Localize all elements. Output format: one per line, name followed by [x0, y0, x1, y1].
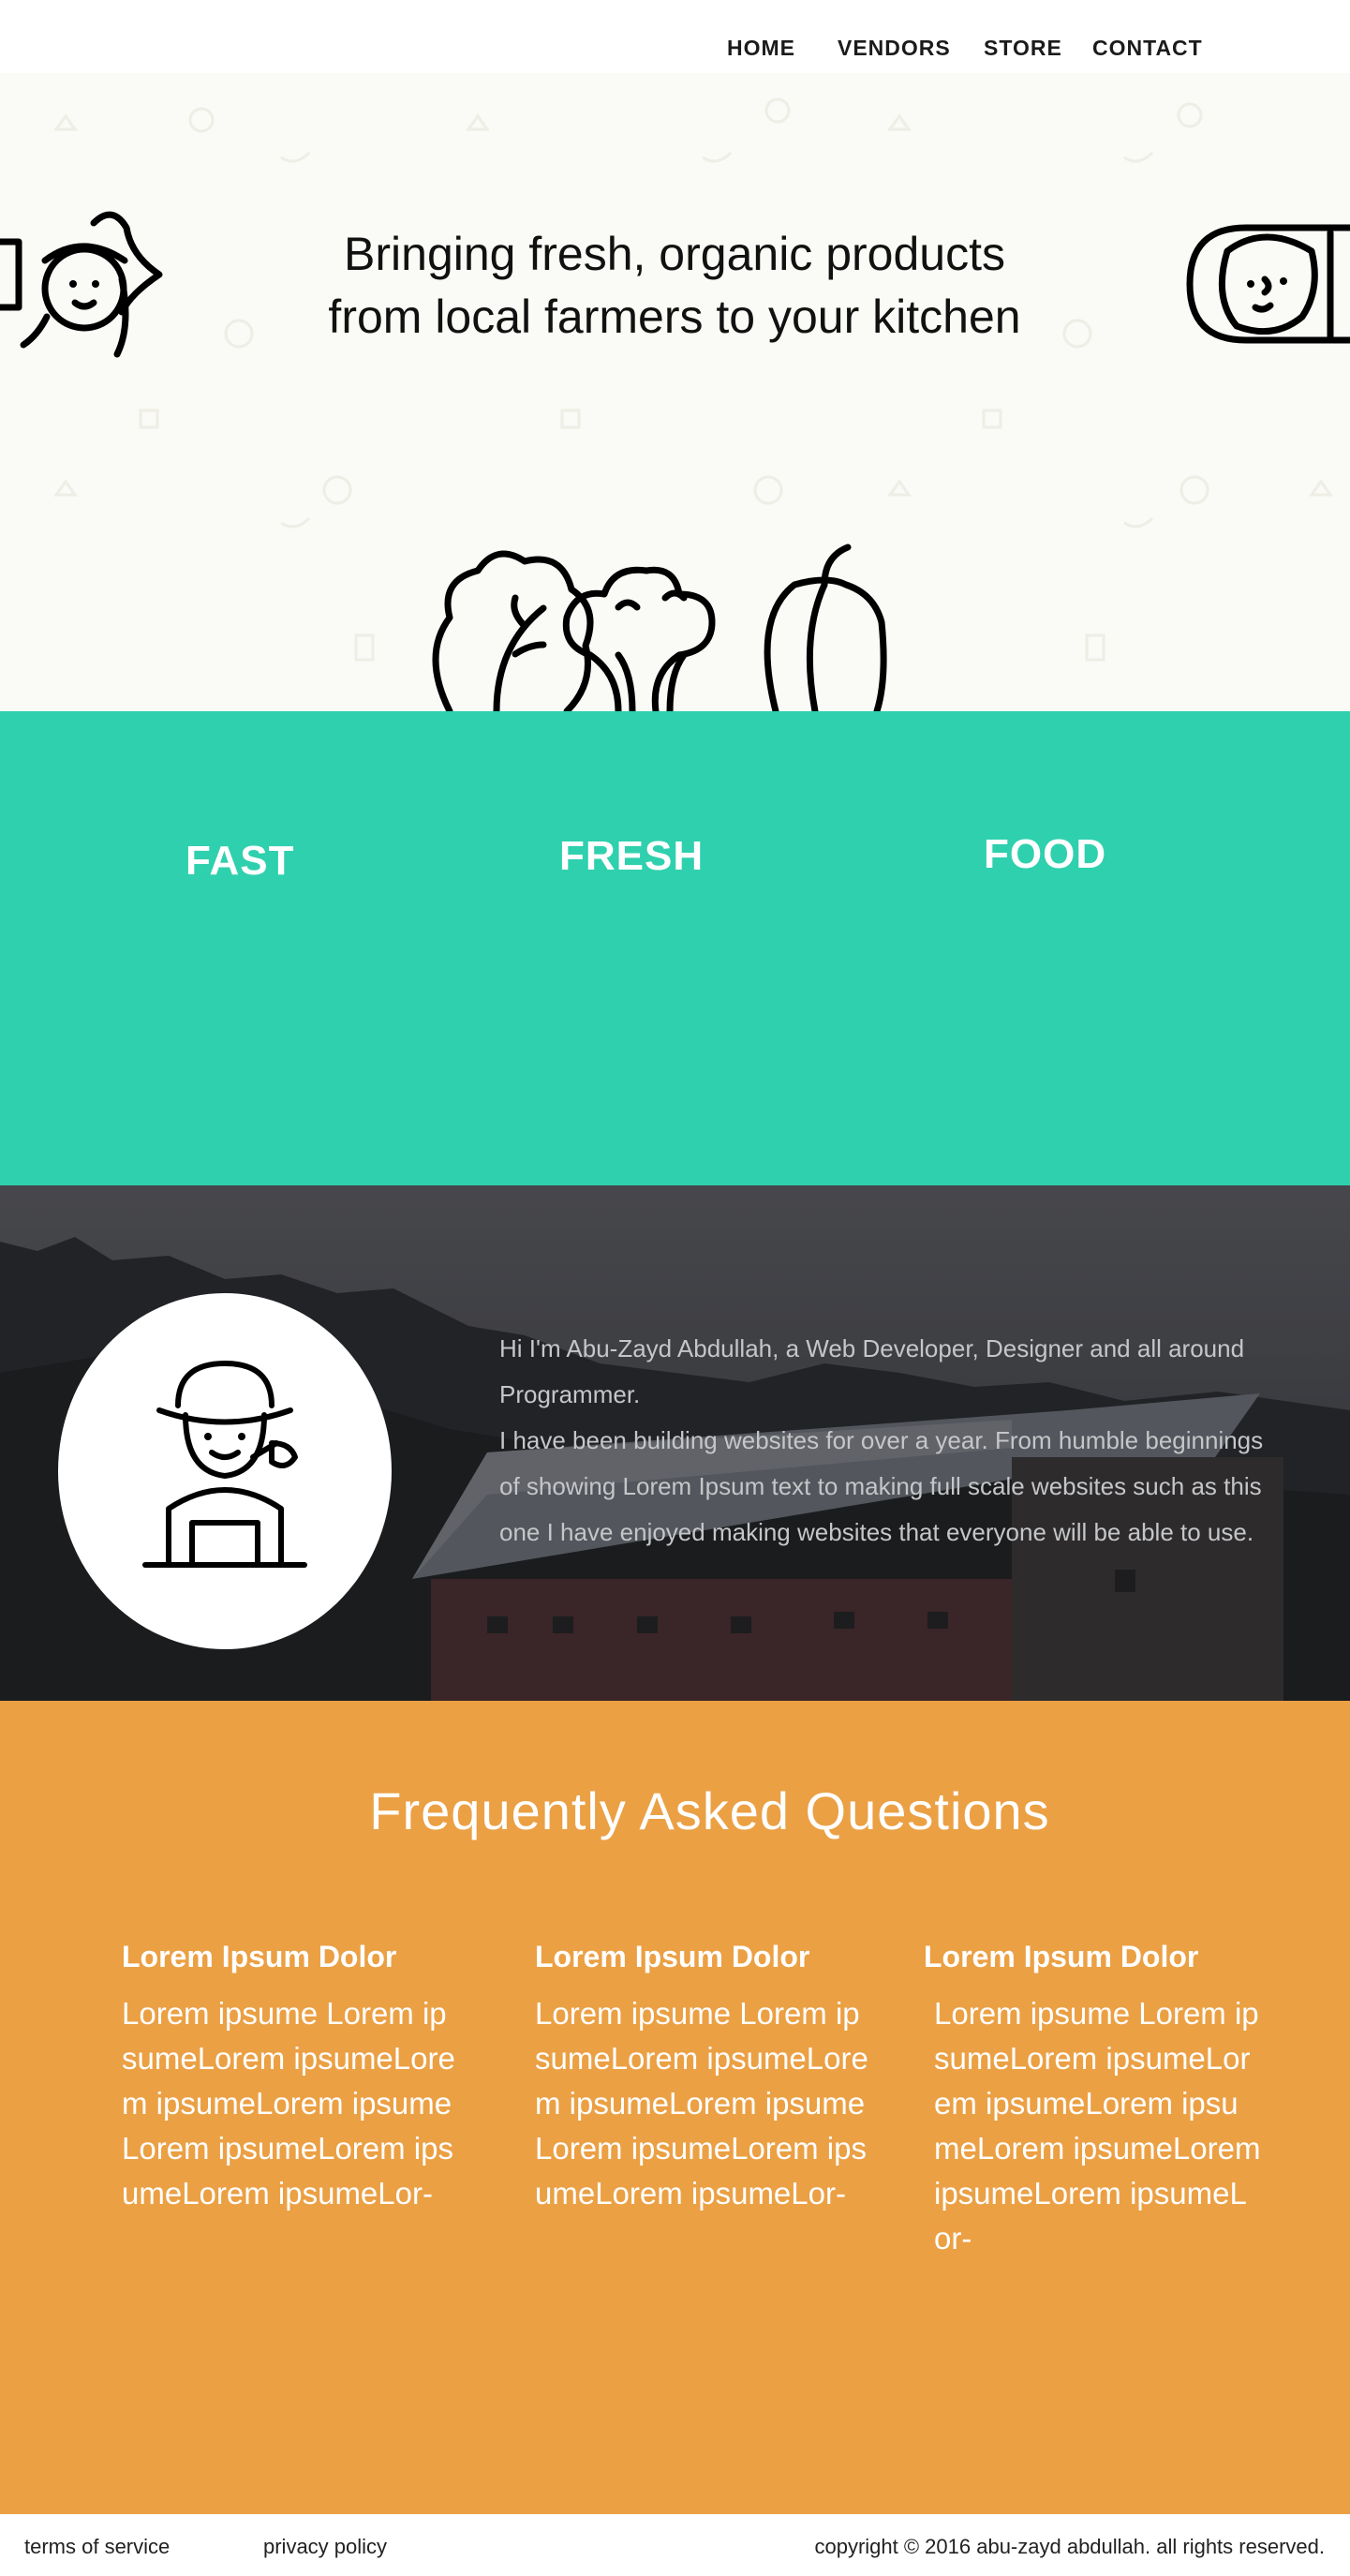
pepper-icon: [764, 576, 887, 711]
terms-of-service-link[interactable]: terms of service: [24, 2535, 170, 2559]
vegetables-illustration: [432, 543, 887, 711]
footer: terms of service privacy policy copyrigh…: [0, 2514, 1350, 2576]
copyright-text: copyright © 2016 abu-zayd abdullah. all …: [814, 2535, 1325, 2558]
feature-fresh-heading: FRESH: [559, 833, 705, 879]
about-text-line-1: Hi I'm Abu-Zayd Abdullah, a Web Develope…: [499, 1334, 1245, 1362]
faq-item: Lorem Ipsum Dolor Lorem ipsume Lorem ips…: [535, 1940, 872, 2216]
faq-item: Lorem Ipsum Dolor Lorem ipsume Lorem ips…: [122, 1940, 459, 2216]
nav-vendors-link[interactable]: VENDORS: [838, 36, 951, 61]
nav-contact-link[interactable]: CONTACT: [1092, 36, 1203, 61]
faq-question: Lorem Ipsum Dolor: [924, 1940, 1199, 1973]
faq-answer: Lorem ipsume Lorem ipsumeLorem ipsumeLor…: [934, 1996, 1261, 2256]
about-text-line-2: Programmer.: [499, 1380, 641, 1408]
about-text-line-4: of showing Lorem Ipsum text to making fu…: [499, 1472, 1262, 1500]
about-text-line-3: I have been building websites for over a…: [499, 1426, 1264, 1454]
faq-question: Lorem Ipsum Dolor: [122, 1940, 397, 1973]
nav-store-link[interactable]: STORE: [984, 36, 1062, 61]
faq-title: Frequently Asked Questions: [369, 1781, 1050, 1840]
hero-title-line-1: Bringing fresh, organic products: [344, 228, 1005, 280]
avatar: [58, 1293, 392, 1649]
faq-question: Lorem Ipsum Dolor: [535, 1940, 810, 1973]
privacy-policy-link[interactable]: privacy policy: [263, 2535, 387, 2559]
feature-food-heading: FOOD: [984, 831, 1107, 877]
hero-section: Bringing fresh, organic products from lo…: [0, 73, 1350, 711]
faq-answer: Lorem ipsume Lorem ipsumeLorem ipsumeLor…: [122, 1996, 455, 2211]
feature-fast-heading: FAST: [185, 838, 295, 884]
faq-section: Frequently Asked Questions Lorem Ipsum D…: [0, 1701, 1350, 2514]
faq-answer: Lorem ipsume Lorem ipsumeLorem ipsumeLor…: [535, 1996, 868, 2211]
hero-title: Bringing fresh, organic products from lo…: [300, 223, 1049, 349]
page: HOME VENDORS STORE CONTACT Bringing fres…: [0, 0, 1350, 2576]
top-nav: HOME VENDORS STORE CONTACT: [0, 0, 1350, 73]
farmer-icon: [142, 1361, 307, 1568]
hero-title-line-2: from local farmers to your kitchen: [328, 290, 1021, 343]
faq-item: Lorem Ipsum Dolor Lorem ipsume Lorem ips…: [924, 1940, 1261, 2261]
about-section: Hi I'm Abu-Zayd Abdullah, a Web Develope…: [0, 1185, 1350, 1701]
about-text: Hi I'm Abu-Zayd Abdullah, a Web Develope…: [499, 1326, 1314, 1556]
about-text-line-5: one I have enjoyed making websites that …: [499, 1518, 1254, 1546]
nav-home-link[interactable]: HOME: [727, 36, 795, 61]
farmer-woman-icon: [1186, 224, 1350, 344]
farmer-icon: [0, 211, 163, 358]
features-section: FAST FRESH FOOD: [0, 711, 1350, 1185]
